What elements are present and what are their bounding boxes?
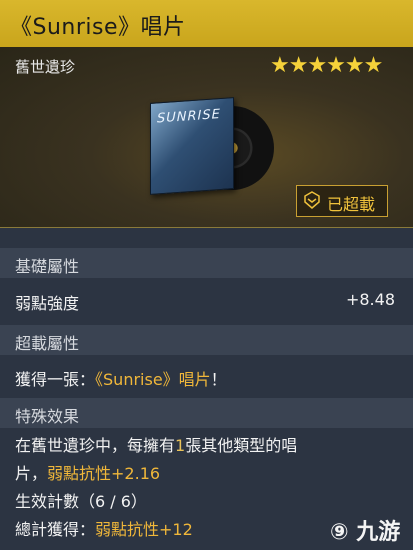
total-gain-stat: 弱點抗性+12 — [95, 520, 193, 539]
overclocked-label: 已超載 — [327, 195, 376, 214]
overload-attributes-title: 超載屬性 — [15, 334, 80, 353]
base-attributes-title: 基礎屬性 — [15, 257, 80, 276]
active-count-line: 生效計數（6 / 6） — [15, 492, 147, 511]
watermark-text: 九游 — [356, 520, 401, 545]
watermark-logo: ⑨ 九游 — [330, 520, 401, 545]
special-effect-line-2: 片，弱點抗性+2.16 — [15, 460, 160, 484]
overload-suffix: ！ — [210, 370, 227, 389]
star-rating: ★★★★★★ — [270, 53, 383, 78]
title-bar: 《Sunrise》唱片 — [0, 0, 413, 47]
weakness-strength-label: 弱點強度 — [15, 294, 80, 313]
overload-effect-line: 獲得一張：《Sunrise》唱片！ — [15, 366, 227, 390]
overload-attributes-header: 超載屬性 — [0, 325, 413, 355]
overload-prefix: 獲得一張： — [15, 370, 96, 389]
overload-item-name: 《Sunrise》唱片 — [95, 370, 211, 389]
effect-text-1b: 張其他類型的唱 — [185, 436, 298, 455]
base-attributes-header: 基礎屬性 — [0, 248, 413, 278]
effect-text-2a: 片， — [15, 464, 48, 483]
special-effect-title: 特殊效果 — [15, 407, 80, 426]
total-gain-line: 總計獲得：弱點抗性+12 — [15, 516, 193, 540]
effect-text-1a: 在舊世遺珍中，每擁有 — [15, 436, 176, 455]
album-sleeve-icon: SUNRISE — [150, 97, 234, 195]
special-effect-line-1: 在舊世遺珍中，每擁有1張其他類型的唱 — [15, 432, 297, 456]
effect-count: 1 — [175, 436, 186, 455]
item-preview-panel: 舊世遺珍 ★★★★★★ SUNRISE 已超載 — [0, 47, 413, 228]
overclock-icon — [304, 191, 320, 209]
special-effect-header: 特殊效果 — [0, 398, 413, 428]
rarity-label: 舊世遺珍 — [15, 58, 76, 76]
record-item-icon: SUNRISE — [150, 96, 274, 206]
overclocked-badge[interactable]: 已超載 — [296, 185, 388, 217]
total-gain-label: 總計獲得： — [15, 520, 96, 539]
effect-stat-per-record: 弱點抗性+2.16 — [47, 464, 161, 483]
weakness-strength-value: +8.48 — [345, 290, 395, 309]
item-title: 《Sunrise》唱片 — [10, 15, 186, 40]
sleeve-title: SUNRISE — [157, 106, 221, 127]
